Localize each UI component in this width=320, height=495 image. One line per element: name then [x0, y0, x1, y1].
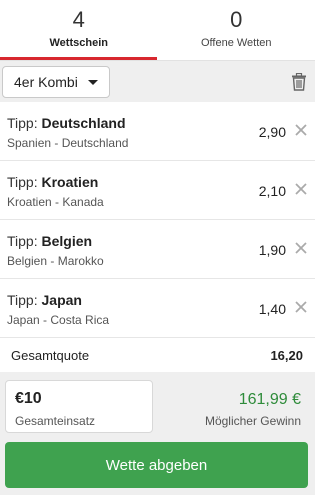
stake-amount: €10	[15, 390, 42, 407]
close-icon[interactable]	[292, 121, 310, 139]
bet-tip: Tipp: Kroatien	[7, 174, 99, 190]
bet-row: Tipp: Japan Japan - Costa Rica 1,40	[0, 279, 315, 338]
tab-bar: 4 Wettschein 0 Offene Wetten	[0, 0, 315, 60]
stake-label: Gesamteinsatz	[15, 414, 96, 428]
tab-count: 4	[72, 7, 85, 32]
bet-match: Spanien - Deutschland	[7, 136, 129, 150]
bet-row: Tipp: Kroatien Kroatien - Kanada 2,10	[0, 161, 315, 220]
bet-odds: 1,40	[258, 301, 286, 317]
potential-win-label: Möglicher Gewinn	[204, 414, 301, 428]
tab-label: Wettschein	[49, 37, 108, 49]
trash-icon[interactable]	[291, 73, 307, 91]
stake-panel: €10 Gesamteinsatz 161,99 € Möglicher Gew…	[0, 372, 315, 495]
place-bet-button[interactable]: Wette abgeben	[5, 442, 308, 488]
betslip-toolbar: 4er Kombi	[0, 60, 315, 102]
bet-tip: Tipp: Japan	[7, 292, 82, 308]
close-icon[interactable]	[292, 239, 310, 257]
bet-odds: 2,90	[258, 124, 286, 140]
tab-offene-wetten[interactable]: 0 Offene Wetten	[158, 0, 316, 60]
combi-type-select[interactable]: 4er Kombi	[2, 66, 110, 98]
tab-label: Offene Wetten	[200, 37, 272, 49]
combi-type-value: 4er Kombi	[14, 74, 78, 90]
bet-match: Japan - Costa Rica	[7, 313, 110, 327]
tab-count: 0	[230, 7, 243, 32]
potential-win-amount: 161,99 €	[238, 391, 301, 408]
stake-input[interactable]: €10 Gesamteinsatz	[5, 380, 153, 433]
bet-team: Deutschland	[41, 115, 126, 131]
bet-team: Japan	[41, 292, 82, 308]
bet-row: Tipp: Belgien Belgien - Marokko 1,90	[0, 220, 315, 279]
close-icon[interactable]	[292, 298, 310, 316]
bet-tip: Tipp: Deutschland	[7, 115, 126, 131]
bet-team: Kroatien	[41, 174, 99, 190]
total-odds-label: Gesamtquote	[11, 348, 90, 363]
bet-row: Tipp: Deutschland Spanien - Deutschland …	[0, 102, 315, 161]
close-icon[interactable]	[292, 180, 310, 198]
bet-match: Belgien - Marokko	[7, 254, 104, 268]
bet-odds: 2,10	[258, 183, 286, 199]
total-odds-row: Gesamtquote 16,20	[0, 338, 315, 372]
bet-match: Kroatien - Kanada	[7, 195, 104, 209]
bet-team: Belgien	[41, 233, 93, 249]
chevron-down-icon	[88, 80, 98, 85]
bet-odds: 1,90	[258, 242, 286, 258]
tab-wettschein[interactable]: 4 Wettschein	[0, 0, 158, 60]
bet-tip: Tipp: Belgien	[7, 233, 93, 249]
total-odds-value: 16,20	[270, 348, 303, 363]
